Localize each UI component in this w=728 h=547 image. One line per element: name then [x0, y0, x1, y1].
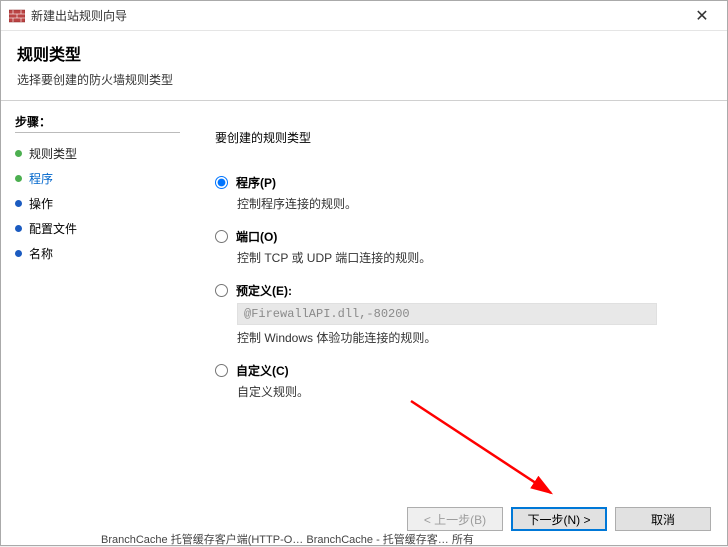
step-label[interactable]: 程序 — [29, 170, 53, 187]
radio-program[interactable] — [215, 176, 228, 189]
radio-option-program[interactable]: 程序(P) — [215, 174, 699, 191]
close-button[interactable]: ✕ — [681, 1, 723, 30]
cancel-button[interactable]: 取消 — [615, 507, 711, 531]
bullet-icon — [15, 200, 22, 207]
bullet-icon — [15, 250, 22, 257]
page-title: 规则类型 — [17, 41, 711, 65]
back-button: < 上一步(B) — [407, 507, 503, 531]
radio-label: 端口(O) — [236, 228, 277, 245]
step-item-action[interactable]: 操作 — [15, 191, 180, 216]
bullet-icon — [15, 175, 22, 182]
step-label: 名称 — [29, 245, 53, 262]
step-label: 操作 — [29, 195, 53, 212]
radio-desc: 控制 TCP 或 UDP 端口连接的规则。 — [237, 249, 699, 266]
radio-option-predefined[interactable]: 预定义(E): — [215, 282, 699, 299]
bullet-icon — [15, 225, 22, 232]
bullet-icon — [15, 150, 22, 157]
steps-sidebar: 步骤： 规则类型 程序 操作 配置文件 名称 — [1, 101, 187, 545]
background-row-peek: BranchCache 托管缓存客户端(HTTP-O… BranchCache … — [101, 531, 474, 547]
step-item-program[interactable]: 程序 — [15, 166, 180, 191]
step-label: 配置文件 — [29, 220, 77, 237]
steps-heading: 步骤： — [15, 113, 180, 130]
next-button[interactable]: 下一步(N) > — [511, 507, 607, 531]
wizard-window: 新建出站规则向导 ✕ 规则类型 选择要创建的防火墙规则类型 步骤： 规则类型 程… — [0, 0, 728, 546]
radio-option-port[interactable]: 端口(O) — [215, 228, 699, 245]
step-item-name[interactable]: 名称 — [15, 241, 180, 266]
radio-label: 预定义(E): — [236, 282, 292, 299]
predefined-dropdown: @FirewallAPI.dll,-80200 — [237, 303, 657, 325]
radio-custom[interactable] — [215, 364, 228, 377]
window-title: 新建出站规则向导 — [31, 7, 127, 24]
radio-desc: 自定义规则。 — [237, 383, 699, 400]
step-label: 规则类型 — [29, 145, 77, 162]
step-item-profile[interactable]: 配置文件 — [15, 216, 180, 241]
radio-predefined[interactable] — [215, 284, 228, 297]
radio-desc: 控制程序连接的规则。 — [237, 195, 699, 212]
content-heading: 要创建的规则类型 — [215, 129, 699, 146]
step-item-rule-type[interactable]: 规则类型 — [15, 141, 180, 166]
radio-label: 程序(P) — [236, 174, 276, 191]
radio-label: 自定义(C) — [236, 362, 289, 379]
radio-port[interactable] — [215, 230, 228, 243]
close-icon: ✕ — [695, 6, 708, 26]
radio-desc: 控制 Windows 体验功能连接的规则。 — [237, 329, 699, 346]
wizard-body: 步骤： 规则类型 程序 操作 配置文件 名称 — [1, 101, 727, 545]
radio-option-custom[interactable]: 自定义(C) — [215, 362, 699, 379]
wizard-footer: < 上一步(B) 下一步(N) > 取消 — [407, 507, 711, 531]
wizard-content: 要创建的规则类型 程序(P) 控制程序连接的规则。 端口(O) 控制 TCP 或… — [187, 101, 727, 545]
firewall-icon — [9, 8, 25, 24]
titlebar: 新建出站规则向导 ✕ — [1, 1, 727, 31]
page-subtitle: 选择要创建的防火墙规则类型 — [17, 71, 711, 88]
wizard-header: 规则类型 选择要创建的防火墙规则类型 — [1, 31, 727, 100]
